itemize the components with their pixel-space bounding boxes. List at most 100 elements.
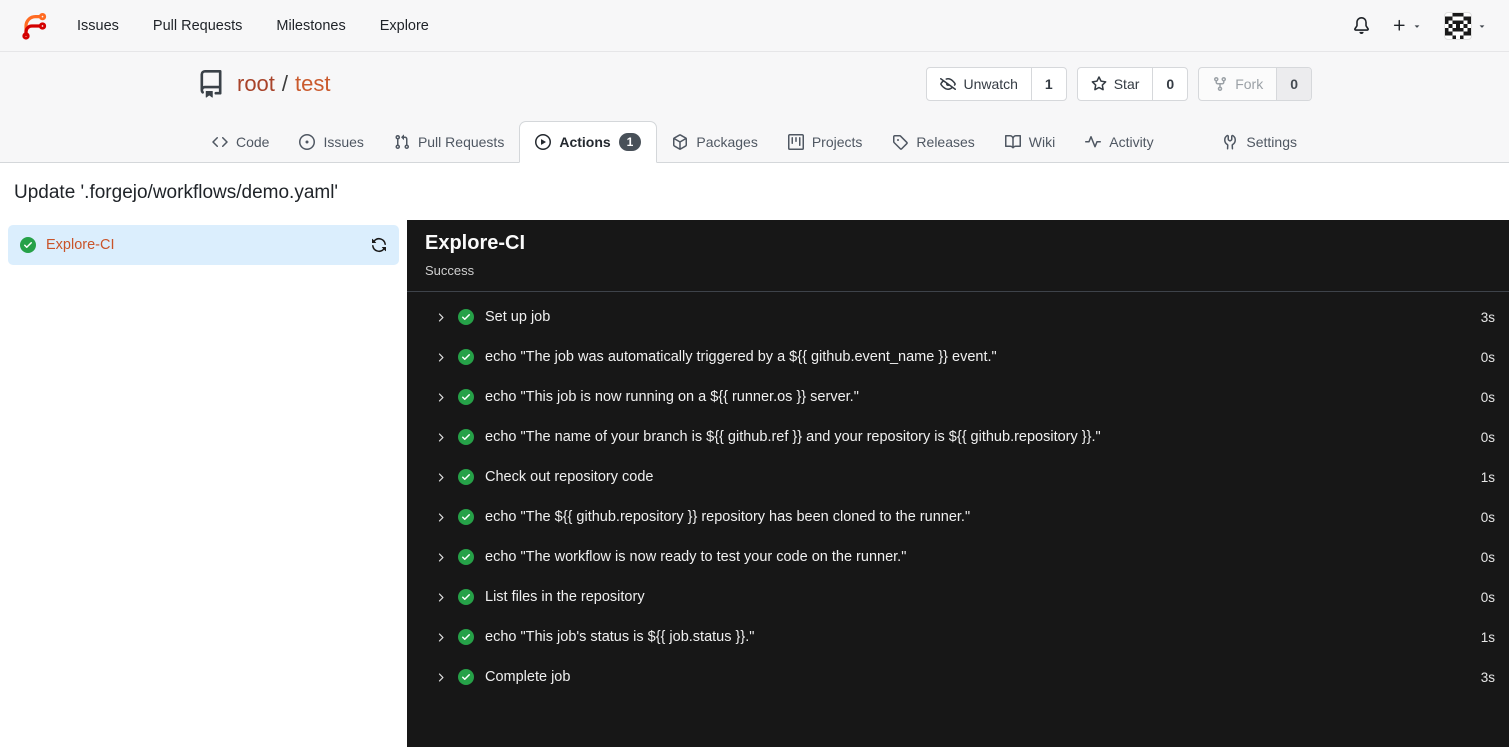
success-check-icon — [458, 509, 474, 525]
workflow-step-row[interactable]: echo "The workflow is now ready to test … — [407, 537, 1509, 577]
issue-opened-icon — [299, 134, 316, 150]
project-icon — [787, 134, 804, 150]
run-log-panel: Explore-CI Success Set up job 3s echo "T… — [407, 220, 1509, 747]
job-name-label: Explore-CI — [46, 237, 115, 253]
run-job-title: Explore-CI — [425, 232, 526, 254]
success-check-icon — [458, 389, 474, 405]
chevron-right-icon — [434, 551, 447, 564]
workflow-step-row[interactable]: echo "This job's status is ${{ job.statu… — [407, 617, 1509, 657]
rerun-job-button[interactable] — [371, 237, 387, 253]
tab-wiki[interactable]: Wiki — [990, 121, 1070, 163]
tab-code[interactable]: Code — [197, 121, 284, 163]
pulse-icon — [1085, 136, 1102, 148]
success-check-icon — [458, 469, 474, 485]
fork-button[interactable]: Fork — [1199, 68, 1276, 100]
git-pull-request-icon — [395, 134, 409, 150]
navbar-right — [1353, 11, 1493, 40]
repo-separator: / — [281, 71, 289, 96]
stars-count[interactable]: 0 — [1152, 68, 1187, 100]
tab-projects[interactable]: Projects — [773, 121, 878, 163]
repository-icon — [197, 70, 225, 98]
step-label: List files in the repository — [485, 589, 645, 605]
repo-header: root / test Unwatch 1 Star 0 Fork 0 Code… — [0, 52, 1509, 163]
step-label: Complete job — [485, 669, 571, 685]
workflow-step-row[interactable]: Check out repository code 1s — [407, 457, 1509, 497]
chevron-right-icon — [434, 511, 447, 524]
step-label: echo "This job's status is ${{ job.statu… — [485, 629, 755, 645]
avatar — [1444, 11, 1472, 40]
sync-icon — [372, 238, 386, 252]
workflow-step-row[interactable]: echo "The job was automatically triggere… — [407, 337, 1509, 377]
step-duration: 0s — [1480, 589, 1495, 605]
workflow-step-row[interactable]: List files in the repository 0s — [407, 577, 1509, 617]
tab-activity[interactable]: Activity — [1070, 121, 1168, 163]
workflow-step-row[interactable]: Set up job 3s — [407, 297, 1509, 337]
code-icon — [212, 136, 228, 148]
chevron-right-icon — [434, 591, 447, 604]
chevron-right-icon — [434, 671, 447, 684]
unwatch-button-group: Unwatch 1 — [926, 67, 1067, 101]
chevron-right-icon — [434, 391, 447, 404]
run-header: Explore-CI Success — [407, 220, 1509, 292]
step-label: echo "This job is now running on a ${{ r… — [485, 389, 859, 405]
nav-item-milestones[interactable]: Milestones — [259, 0, 362, 52]
step-duration: 1s — [1480, 469, 1495, 485]
tab-issues[interactable]: Issues — [284, 121, 378, 163]
run-status-label: Success — [425, 263, 475, 278]
tab-releases[interactable]: Releases — [877, 121, 989, 163]
step-duration: 0s — [1480, 549, 1495, 565]
step-duration: 1s — [1480, 629, 1495, 645]
workflow-step-row[interactable]: echo "The ${{ github.repository }} repos… — [407, 497, 1509, 537]
step-label: echo "The workflow is now ready to test … — [485, 549, 907, 565]
chevron-down-icon — [1479, 24, 1485, 28]
workflow-steps-list: Set up job 3s echo "The job was automati… — [407, 292, 1509, 697]
success-check-icon — [458, 589, 474, 605]
fork-button-group: Fork 0 — [1198, 67, 1312, 101]
tab-actions[interactable]: Actions 1 — [519, 121, 658, 163]
forks-count[interactable]: 0 — [1276, 68, 1311, 100]
repo-tabs: Code Issues Pull Requests Actions 1 Pack… — [187, 121, 1322, 163]
tab-packages[interactable]: Packages — [657, 121, 772, 163]
step-duration: 0s — [1480, 349, 1495, 365]
success-check-icon — [20, 237, 36, 253]
step-label: Set up job — [485, 309, 551, 325]
repo-owner-link[interactable]: root — [237, 71, 275, 97]
step-label: Check out repository code — [485, 469, 654, 485]
jobs-sidebar: Explore-CI — [0, 220, 407, 747]
tab-settings[interactable]: Settings — [1207, 121, 1312, 163]
success-check-icon — [458, 549, 474, 565]
nav-item-pull-requests[interactable]: Pull Requests — [136, 0, 259, 52]
star-button-group: Star 0 — [1076, 67, 1189, 101]
step-duration: 0s — [1480, 509, 1495, 525]
user-menu-dropdown[interactable] — [1444, 11, 1487, 40]
watchers-count[interactable]: 1 — [1030, 68, 1066, 100]
step-label: echo "The ${{ github.repository }} repos… — [485, 509, 971, 525]
notifications-bell-icon[interactable] — [1353, 17, 1370, 34]
success-check-icon — [458, 429, 474, 445]
eye-closed-icon — [940, 78, 957, 91]
step-duration: 3s — [1480, 309, 1495, 325]
star-icon — [1091, 76, 1107, 91]
step-duration: 0s — [1480, 389, 1495, 405]
workflow-step-row[interactable]: echo "This job is now running on a ${{ r… — [407, 377, 1509, 417]
repo-breadcrumb: root / test — [237, 71, 331, 97]
success-check-icon — [458, 629, 474, 645]
chevron-right-icon — [434, 431, 447, 444]
tab-pull-requests[interactable]: Pull Requests — [379, 121, 519, 163]
nav-item-issues[interactable]: Issues — [60, 0, 136, 52]
chevron-right-icon — [434, 631, 447, 644]
success-check-icon — [458, 349, 474, 365]
sidebar-job-explore-ci[interactable]: Explore-CI — [8, 225, 399, 265]
workflow-step-row[interactable]: Complete job 3s — [407, 657, 1509, 697]
forgejo-logo-icon[interactable] — [20, 11, 50, 41]
nav-item-explore[interactable]: Explore — [363, 0, 446, 52]
success-check-icon — [458, 309, 474, 325]
star-button[interactable]: Star — [1078, 68, 1153, 100]
package-icon — [673, 134, 688, 150]
create-new-dropdown[interactable] — [1392, 18, 1422, 33]
unwatch-button[interactable]: Unwatch — [927, 68, 1030, 100]
page-title: Update '.forgejo/workflows/demo.yaml' — [14, 182, 339, 203]
workflow-step-row[interactable]: echo "The name of your branch is ${{ git… — [407, 417, 1509, 457]
fork-icon — [1214, 77, 1227, 92]
repo-name-link[interactable]: test — [295, 71, 330, 97]
